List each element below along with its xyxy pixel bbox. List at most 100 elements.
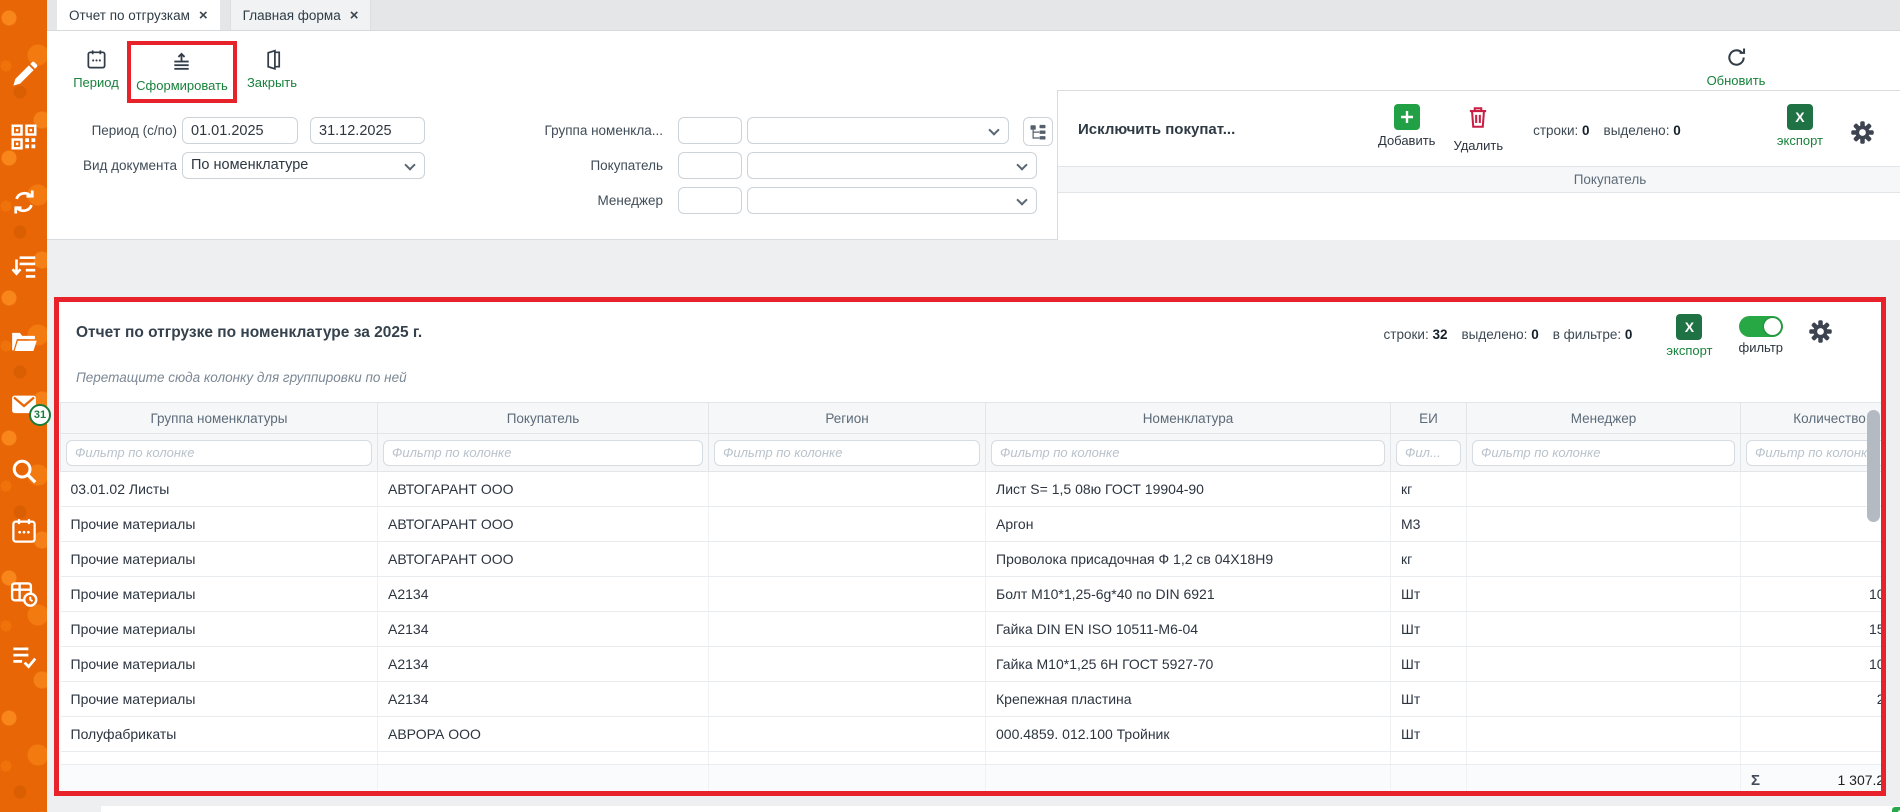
column-filter-input[interactable] [1746, 440, 1886, 466]
excel-icon: X [1676, 314, 1702, 340]
close-form-button[interactable]: Закрыть [243, 48, 301, 90]
column-filter-input[interactable] [714, 440, 980, 466]
exclude-grid-header[interactable]: Покупатель [1058, 166, 1900, 193]
delete-button[interactable]: Удалить [1453, 104, 1503, 153]
mail-badge: 31 [29, 404, 51, 426]
period-range-label: Период (с/по) [47, 117, 177, 144]
cell-region [709, 647, 986, 682]
cell-region [709, 682, 986, 717]
doc-type-label: Вид документа [47, 152, 177, 179]
table-row[interactable]: 03.01.02 ЛистыАВТОГАРАНТ ОООЛист S= 1,5 … [61, 472, 1887, 507]
generate-button[interactable]: Сформировать [136, 51, 228, 93]
cell-nomenclature: Крепежная пластина [986, 682, 1391, 717]
calendar-icon [85, 48, 108, 71]
column-filter-input[interactable] [991, 440, 1385, 466]
date-from-input[interactable] [182, 117, 298, 144]
column-filter-input[interactable] [383, 440, 703, 466]
period-button[interactable]: Период [66, 48, 126, 90]
task-checklist-icon[interactable] [9, 642, 39, 672]
vertical-scrollbar-thumb[interactable] [1867, 410, 1880, 522]
tree-hierarchy-icon [1029, 123, 1047, 141]
column-header[interactable]: Количество [1741, 403, 1887, 434]
cell-buyer: АВТОГАРАНТ ООО [378, 507, 709, 542]
column-filter-input[interactable] [1472, 440, 1735, 466]
buyer-code-input[interactable] [678, 152, 742, 179]
table-row[interactable]: Прочие материалыА2134Крепежная пластинаШ… [61, 682, 1887, 717]
rows-count: 0 [1582, 123, 1590, 138]
cell-region [709, 472, 986, 507]
cell-group: Прочие материалы [61, 542, 378, 577]
table-row[interactable]: Прочие материалыАВТОГАРАНТ ОООПроволока … [61, 542, 1887, 577]
column-filter-input[interactable] [1396, 440, 1461, 466]
settings-gear-icon[interactable] [1849, 119, 1876, 151]
cell-unit: М3 [1391, 507, 1467, 542]
doc-type-select[interactable]: По номенклатуре [182, 152, 425, 179]
pencil-icon[interactable] [9, 60, 39, 90]
table-row[interactable]: Прочие материалыА2134Гайка М10*1,25 6Н Г… [61, 647, 1887, 682]
cell-region [709, 542, 986, 577]
table-row[interactable]: Прочие материалыА2134Болт М10*1,25-6g*40… [61, 577, 1887, 612]
sigma-icon: Σ [1751, 772, 1760, 789]
cell-nomenclature: Гайка DIN EN ISO 10511-М6-04 [986, 612, 1391, 647]
cell-nomenclature: Лист S= 1,5 08ю ГОСТ 19904-90 [986, 472, 1391, 507]
filter-toggle[interactable]: фильтр [1739, 316, 1783, 355]
calendar-icon[interactable] [9, 516, 39, 546]
cell-region [709, 577, 986, 612]
add-button[interactable]: Добавить [1378, 104, 1435, 148]
close-icon[interactable]: × [199, 8, 208, 23]
tab-report-shipments[interactable]: Отчет по отгрузкам × [57, 0, 220, 30]
export-excel-button[interactable]: X экспорт [1777, 104, 1823, 148]
column-filter-input[interactable] [66, 440, 372, 466]
cell-manager [1467, 507, 1741, 542]
cell-group: Прочие материалы [61, 612, 378, 647]
exclude-panel-stats: строки: 0 выделено: 0 [1533, 123, 1681, 138]
nomenclature-group-code-input[interactable] [678, 117, 742, 144]
search-icon[interactable] [9, 456, 39, 486]
settings-gear-icon[interactable] [1807, 318, 1834, 350]
top-section: Период Сформировать Закрыть Обновить Пер… [47, 31, 1900, 240]
cell-group: 03.01.02 Листы [61, 472, 378, 507]
cell-region [709, 507, 986, 542]
date-to-input[interactable] [310, 117, 425, 144]
cell-nomenclature: Аргон [986, 507, 1391, 542]
tab-main-form[interactable]: Главная форма × [230, 0, 372, 30]
print-queue-icon[interactable] [9, 252, 39, 282]
qr-code-icon[interactable] [9, 122, 39, 152]
mail-icon[interactable]: 31 [9, 390, 39, 420]
column-header[interactable]: Группа номенклатуры [61, 403, 378, 434]
tab-bar: Отчет по отгрузкам × Главная форма × [47, 0, 1900, 31]
nomenclature-group-select[interactable] [747, 117, 1009, 144]
cell-buyer: А2134 [378, 612, 709, 647]
cell-nomenclature: 000.4859. 012.100 Тройник [986, 717, 1391, 752]
column-header[interactable]: Номенклатура [986, 403, 1391, 434]
manager-code-input[interactable] [678, 187, 742, 214]
cell-manager [1467, 472, 1741, 507]
close-icon[interactable]: × [350, 8, 359, 23]
report-table: Группа номенклатуры Покупатель Регион Но… [60, 402, 1886, 796]
report-schedule-icon[interactable] [9, 579, 39, 609]
report-title: Отчет по отгрузке по номенклатуре за 202… [76, 324, 422, 342]
tree-view-button[interactable] [1023, 117, 1053, 146]
group-by-hint: Перетащите сюда колонку для группировки … [76, 370, 407, 385]
rows-count: 32 [1432, 327, 1447, 342]
cell-manager [1467, 647, 1741, 682]
refresh-button[interactable]: Обновить [1702, 46, 1770, 88]
selected-count: 0 [1673, 123, 1681, 138]
column-header[interactable]: Менеджер [1467, 403, 1741, 434]
table-row[interactable]: Прочие материалыАВТОГАРАНТ ОООАргонМ31.0 [61, 507, 1887, 542]
cell-manager [1467, 612, 1741, 647]
buyer-select[interactable] [747, 152, 1037, 179]
sigma-badge-icon: Σ [1892, 807, 1900, 812]
sync-icon[interactable] [9, 187, 39, 217]
cell-unit: Шт [1391, 717, 1467, 752]
cell-group: Полуфабрикаты [61, 717, 378, 752]
table-row[interactable]: ПолуфабрикатыАВРОРА ООО000.4859. 012.100… [61, 717, 1887, 752]
trash-icon [1465, 104, 1491, 135]
manager-select[interactable] [747, 187, 1037, 214]
column-header[interactable]: Регион [709, 403, 986, 434]
table-row[interactable]: Прочие материалыА2134 Гайка DIN EN ISO 10… [61, 612, 1887, 647]
export-excel-button[interactable]: X экспорт [1666, 314, 1712, 358]
folder-open-icon[interactable] [9, 326, 39, 356]
column-header[interactable]: ЕИ [1391, 403, 1467, 434]
column-header[interactable]: Покупатель [378, 403, 709, 434]
